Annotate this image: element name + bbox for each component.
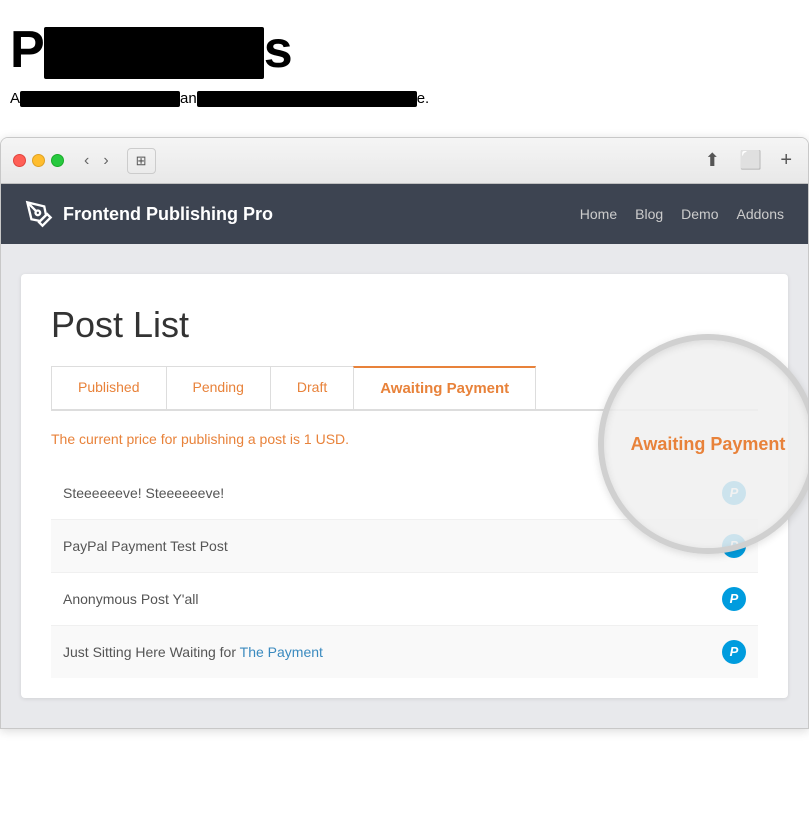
forward-button[interactable]: › (97, 149, 114, 173)
table-row: Just Sitting Here Waiting for The Paymen… (51, 626, 758, 678)
tabs-row: Published Pending Draft Awaiting Payment (51, 366, 758, 411)
nav-home[interactable]: Home (580, 206, 617, 222)
sidebar-toggle-button[interactable]: ⊞ (127, 148, 156, 174)
site-logo-text: Frontend Publishing Pro (63, 204, 273, 225)
paypal-icon[interactable]: P (722, 640, 746, 664)
site-nav-links: Home Blog Demo Addons (580, 206, 784, 222)
site-body: Post List Awaiting Payment Published Pen… (1, 244, 808, 728)
title-redacted-1 (44, 27, 264, 79)
price-notice: The current price for publishing a post … (51, 431, 758, 447)
site-navigation: Frontend Publishing Pro Home Blog Demo A… (1, 184, 808, 244)
title-letter-s: s (264, 21, 292, 79)
fullscreen-dot[interactable] (51, 154, 64, 167)
nav-demo[interactable]: Demo (681, 206, 718, 222)
tab-awaiting-payment[interactable]: Awaiting Payment (353, 366, 536, 409)
browser-toolbar: ‹ › ⊞ ⬆ ⬜ + (1, 138, 808, 184)
tab-published[interactable]: Published (51, 366, 167, 409)
browser-navigation: ‹ › (78, 149, 115, 173)
close-dot[interactable] (13, 154, 26, 167)
page-title: Ps (10, 20, 799, 80)
post-title-link[interactable]: The Payment (240, 644, 323, 660)
title-letter-p: P (10, 21, 44, 79)
browser-window: ‹ › ⊞ ⬆ ⬜ + Frontend Publishing Pro Home… (0, 137, 809, 729)
paypal-icon[interactable]: P (722, 587, 746, 611)
post-list-card: Post List Awaiting Payment Published Pen… (21, 274, 788, 698)
post-title: Steeeeeeve! Steeeeeeve! (63, 485, 224, 501)
post-list-title: Post List (51, 304, 758, 346)
add-tab-button[interactable]: + (776, 147, 796, 174)
page-header: Ps Aane. (0, 0, 809, 137)
share-button[interactable]: ⬆ (699, 148, 726, 173)
table-row: Anonymous Post Y'all P (51, 573, 758, 626)
window-button[interactable]: ⬜ (734, 148, 768, 173)
post-list: Steeeeeeve! Steeeeeeve! P PayPal Payment… (51, 467, 758, 678)
browser-actions: ⬆ ⬜ (699, 148, 769, 173)
minimize-dot[interactable] (32, 154, 45, 167)
logo-icon (25, 200, 53, 228)
page-subtitle: Aane. (10, 90, 799, 107)
tab-pending[interactable]: Pending (166, 366, 271, 409)
browser-dots (13, 154, 64, 167)
table-row: Steeeeeeve! Steeeeeeve! P (51, 467, 758, 520)
tab-draft[interactable]: Draft (270, 366, 354, 409)
site-logo: Frontend Publishing Pro (25, 200, 580, 228)
post-title: Just Sitting Here Waiting for The Paymen… (63, 644, 323, 660)
nav-addons[interactable]: Addons (737, 206, 784, 222)
paypal-icon[interactable]: P (722, 534, 746, 558)
back-button[interactable]: ‹ (78, 149, 95, 173)
table-row: PayPal Payment Test Post P (51, 520, 758, 573)
paypal-icon[interactable]: P (722, 481, 746, 505)
post-title: Anonymous Post Y'all (63, 591, 199, 607)
nav-blog[interactable]: Blog (635, 206, 663, 222)
post-title: PayPal Payment Test Post (63, 538, 228, 554)
